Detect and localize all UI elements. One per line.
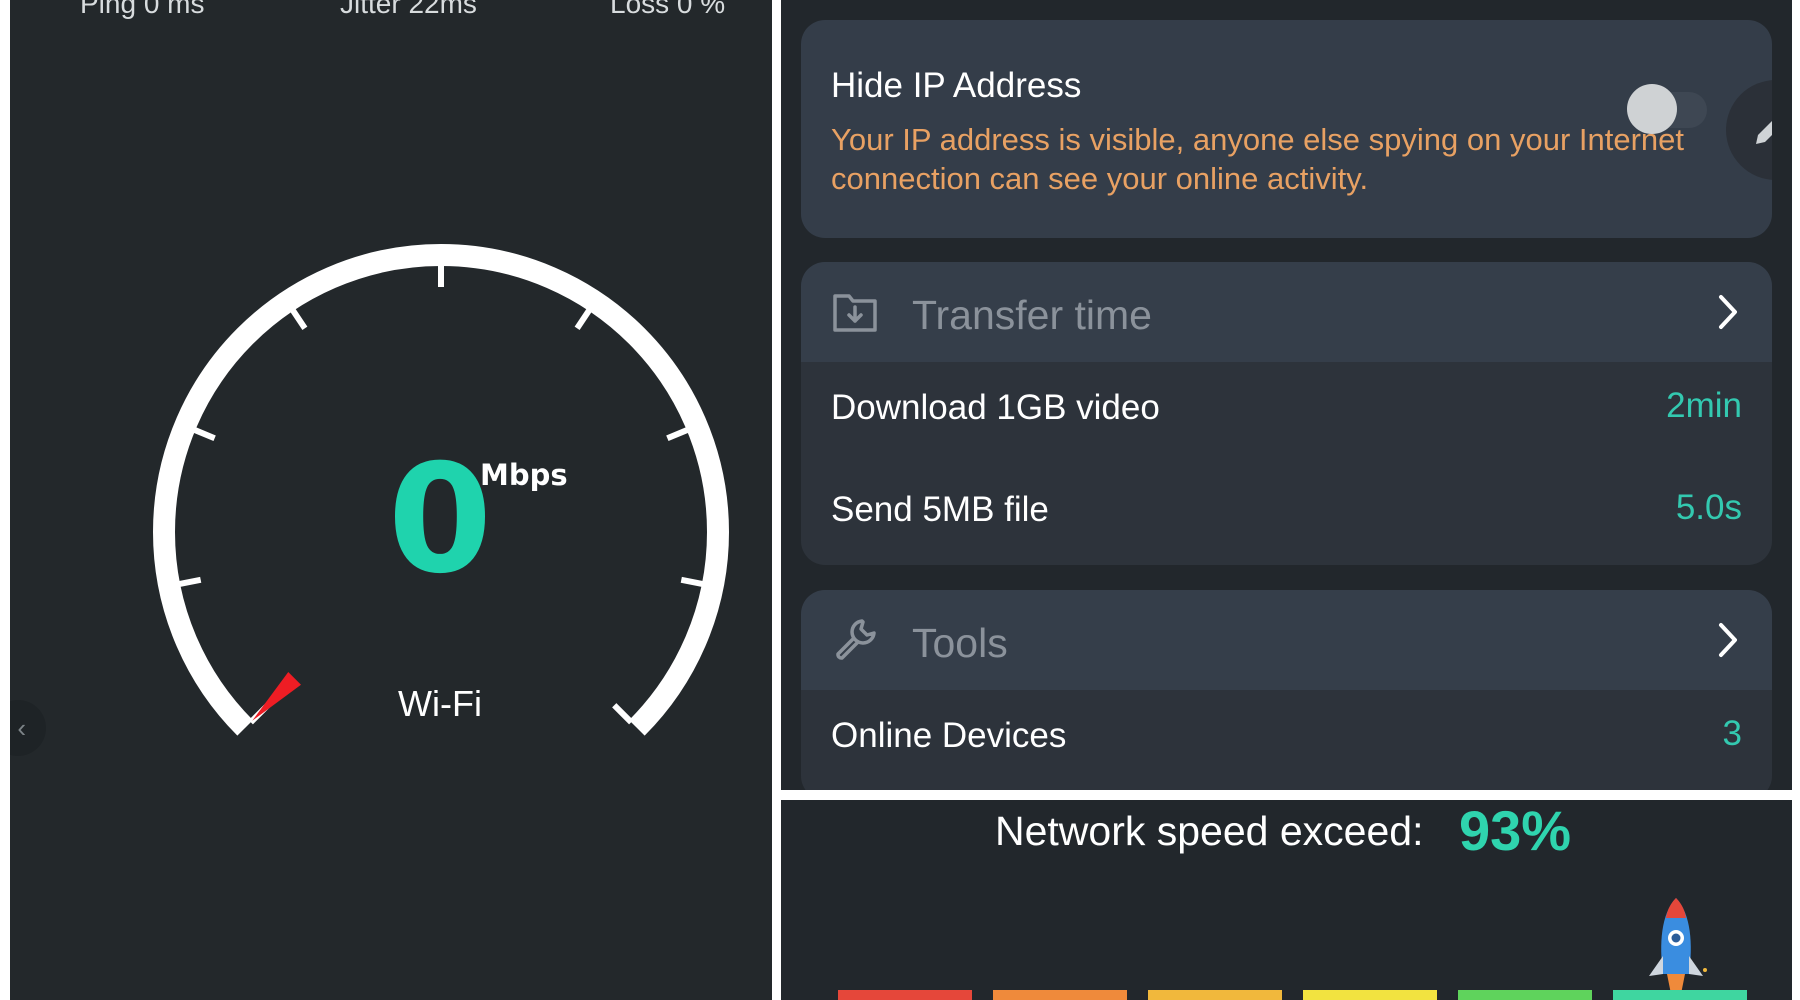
- speed-level-bar: [1613, 990, 1747, 1000]
- transfer-time-title: Transfer time: [912, 292, 1152, 338]
- network-info-panel: Hide IP Address Your IP address is visib…: [781, 0, 1792, 790]
- tools-card: Tools Online Devices 3: [801, 590, 1772, 790]
- transfer-time-card: Transfer time Download 1GB video 2min Se…: [801, 262, 1772, 565]
- list-item: Download 1GB video 2min: [801, 362, 1772, 452]
- pencil-icon: [1756, 121, 1772, 144]
- network-speed-label: Network speed exceed:: [995, 808, 1424, 854]
- folder-download-icon: [833, 294, 877, 332]
- gauge-tick: [289, 306, 308, 330]
- chevron-right-icon: [1719, 623, 1737, 657]
- speed-unit: Mbps: [480, 458, 568, 492]
- speed-level-bar: [1148, 990, 1282, 1000]
- hide-ip-card: Hide IP Address Your IP address is visib…: [801, 20, 1772, 238]
- network-speed-percent: 93%: [1459, 800, 1572, 862]
- online-devices-value: 3: [1722, 714, 1742, 753]
- hide-ip-toggle[interactable]: [1627, 84, 1707, 134]
- hide-ip-warning: Your IP address is visible, anyone else …: [831, 122, 1685, 196]
- transfer-time-header[interactable]: Transfer time: [801, 262, 1772, 362]
- tools-title: Tools: [912, 620, 1008, 666]
- speedometer-panel: Ping 0 ms Jitter 22ms Loss 0 % 0 Mbps Wi…: [10, 0, 772, 1000]
- list-item: Send 5MB file 5.0s: [801, 464, 1772, 554]
- speed-level-bar: [993, 990, 1127, 1000]
- speed-level-bar: [1303, 990, 1437, 1000]
- gauge-tick: [680, 576, 706, 588]
- gauge-tick: [612, 703, 634, 725]
- network-speed-panel: Network speed exceed: 93%: [781, 800, 1792, 1000]
- gauge-tick: [574, 306, 593, 330]
- send-file-label: Send 5MB file: [831, 490, 1049, 529]
- wrench-icon: [836, 619, 876, 660]
- download-video-label: Download 1GB video: [831, 388, 1160, 427]
- gauge-tick: [666, 426, 691, 442]
- download-video-value: 2min: [1666, 386, 1742, 425]
- tools-header[interactable]: Tools: [801, 590, 1772, 690]
- gauge-tick: [191, 426, 216, 442]
- toggle-knob: [1627, 84, 1677, 134]
- rocket-icon: [1649, 898, 1707, 994]
- connection-type: Wi-Fi: [398, 683, 482, 724]
- chevron-right-icon: [1719, 295, 1737, 329]
- online-devices-row[interactable]: Online Devices 3: [801, 690, 1772, 780]
- speed-level-bar: [838, 990, 972, 1000]
- gauge-needle: [252, 672, 301, 721]
- speed-level-bar: [1458, 990, 1592, 1000]
- online-devices-label: Online Devices: [831, 716, 1067, 755]
- gauge-tick: [176, 576, 202, 588]
- send-file-value: 5.0s: [1675, 488, 1742, 527]
- hide-ip-title: Hide IP Address: [831, 66, 1082, 105]
